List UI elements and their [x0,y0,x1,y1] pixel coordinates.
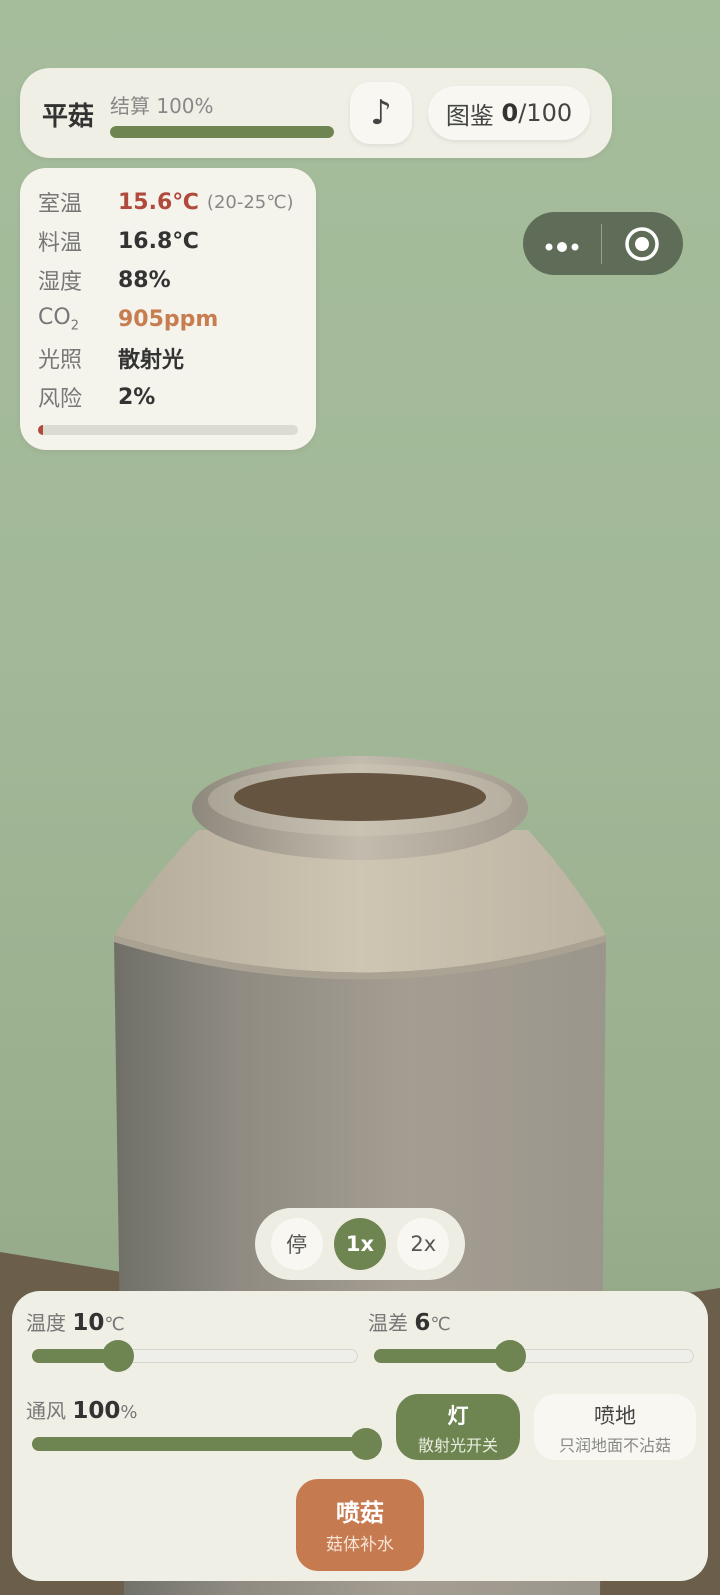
temp-diff-slider[interactable] [373,1348,694,1363]
light-button-subtitle: 散射光开关 [417,1436,498,1455]
miniprogram-capsule [523,212,683,275]
speed-2x-button[interactable]: 2x [397,1218,450,1270]
species-name: 平菇 [42,102,95,132]
close-target-icon[interactable] [602,226,682,262]
stat-value: 905ppm [118,306,219,332]
settle-label: 结算 100% [110,94,214,118]
stat-substrate-temp: 料温 16.8℃ [38,225,199,257]
slider-fill [31,1436,366,1451]
stat-value: 15.6℃ [118,189,199,215]
light-toggle-button[interactable]: 灯 散射光开关 [396,1394,520,1460]
stat-value: 88% [118,267,171,293]
stat-range: (20-25℃) [206,191,294,213]
risk-bar-fill [38,425,44,435]
light-button-title: 灯 [447,1404,469,1428]
stat-label: 湿度 [38,270,83,295]
more-menu-icon[interactable] [523,230,601,258]
stat-light: 光照 散射光 [38,342,184,374]
temp-diff-label: 温差 6℃ [368,1310,451,1336]
ventilation-slider[interactable] [31,1436,374,1451]
stat-value: 16.8℃ [118,228,199,254]
stat-room-temp: 室温 15.6℃ (20-25℃) [38,186,294,218]
temperature-label: 温度 10℃ [26,1310,125,1336]
spray-mushroom-subtitle: 菇体补水 [326,1535,394,1555]
settle-progress-fill [110,126,334,138]
stat-label: 风险 [38,387,83,412]
gallery-total: /100 [518,99,573,127]
music-note-icon: ♪ [370,93,392,133]
speed-pause-button[interactable]: 停 [270,1218,323,1270]
top-bar: 平菇 结算 100% ♪ 图鉴 0/100 [20,68,612,158]
stat-label: CO2 [38,304,79,334]
speed-1x-button[interactable]: 1x [333,1218,386,1270]
spray-floor-title: 喷地 [594,1404,636,1428]
settle-progress-bar [110,126,334,138]
risk-bar [38,425,298,435]
stat-value: 2% [118,384,156,410]
stat-risk: 风险 2% [38,381,155,413]
environment-stats-panel: 室温 15.6℃ (20-25℃) 料温 16.8℃ 湿度 88% CO2 90… [20,168,316,450]
spray-mushroom-button[interactable]: 喷菇 菇体补水 [296,1479,424,1571]
gallery-label: 图鉴 [445,101,494,130]
gallery-button[interactable]: 图鉴 0/100 [428,86,590,140]
stat-label: 料温 [38,231,83,256]
spray-mushroom-title: 喷菇 [336,1499,384,1527]
stat-value: 散射光 [118,348,185,373]
ventilation-slider-thumb[interactable] [350,1428,382,1460]
control-panel: 温度 10℃ 温差 6℃ 通风 100% 灯 散射光开关 喷地 只润地面不沾菇 … [12,1291,708,1581]
gallery-count: 0 [501,99,519,127]
speed-selector: 停 1x 2x [255,1208,465,1280]
temperature-slider-thumb[interactable] [101,1340,134,1372]
slider-fill [373,1348,510,1363]
stat-label: 光照 [38,348,83,373]
ventilation-label: 通风 100% [26,1398,138,1424]
temperature-slider[interactable] [31,1348,358,1363]
stat-humidity: 湿度 88% [38,264,171,296]
temp-diff-slider-thumb[interactable] [493,1340,526,1372]
stat-label: 室温 [38,192,83,217]
music-button[interactable]: ♪ [350,82,412,144]
spray-floor-subtitle: 只润地面不沾菇 [558,1436,671,1455]
spray-floor-button[interactable]: 喷地 只润地面不沾菇 [534,1394,696,1460]
stat-co2: CO2 905ppm [38,303,218,335]
